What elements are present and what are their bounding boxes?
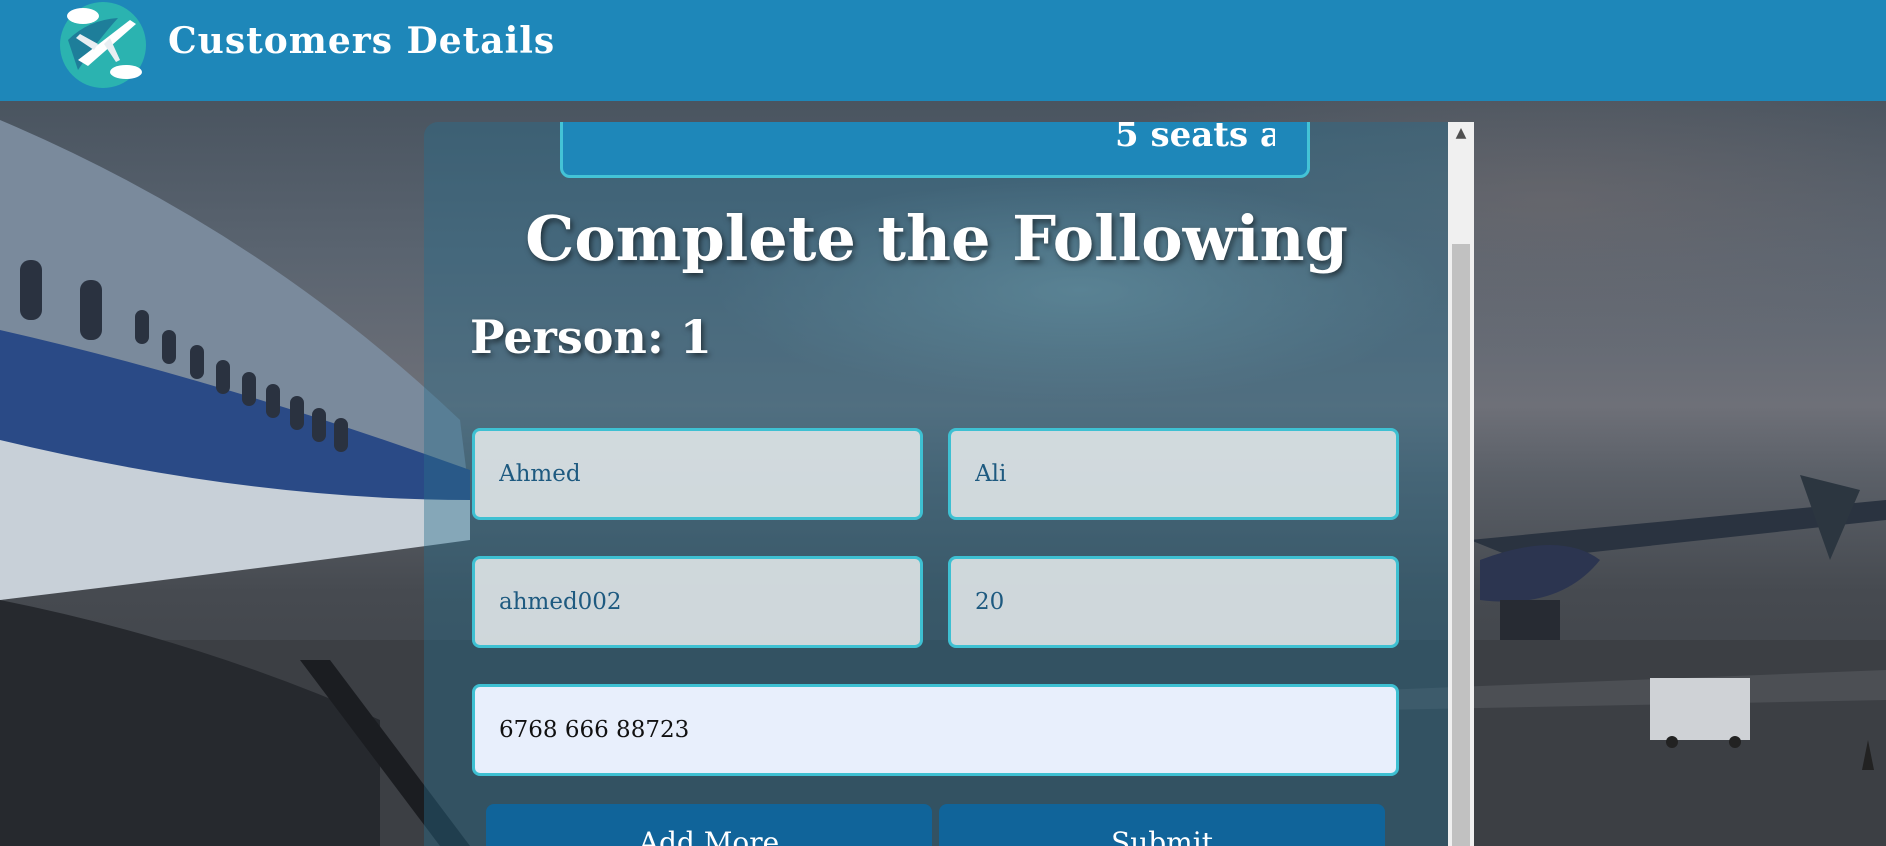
- person-label: Person: 1: [470, 310, 712, 364]
- age-input[interactable]: [948, 556, 1399, 648]
- first-name-input[interactable]: [472, 428, 923, 520]
- username-input[interactable]: [472, 556, 923, 648]
- panel-scrollbar[interactable]: ▲: [1448, 122, 1474, 846]
- header-title: Customers Details: [168, 20, 556, 62]
- airplane-globe-logo[interactable]: [58, 0, 148, 90]
- customer-form-panel: 5 seats av Complete the Following Person…: [424, 122, 1474, 846]
- top-header-bar: Customers Details: [0, 0, 1886, 101]
- scroll-up-arrow-icon[interactable]: ▲: [1448, 122, 1474, 144]
- submit-button[interactable]: Submit: [939, 804, 1385, 846]
- scrollbar-thumb[interactable]: [1452, 244, 1470, 846]
- phone-input[interactable]: [472, 684, 1399, 776]
- form-heading: Complete the Following: [525, 202, 1348, 275]
- seats-available-banner: 5 seats av: [560, 122, 1310, 178]
- add-more-button[interactable]: Add More: [486, 804, 932, 846]
- last-name-input[interactable]: [948, 428, 1399, 520]
- seats-available-text: 5 seats av: [1115, 122, 1275, 155]
